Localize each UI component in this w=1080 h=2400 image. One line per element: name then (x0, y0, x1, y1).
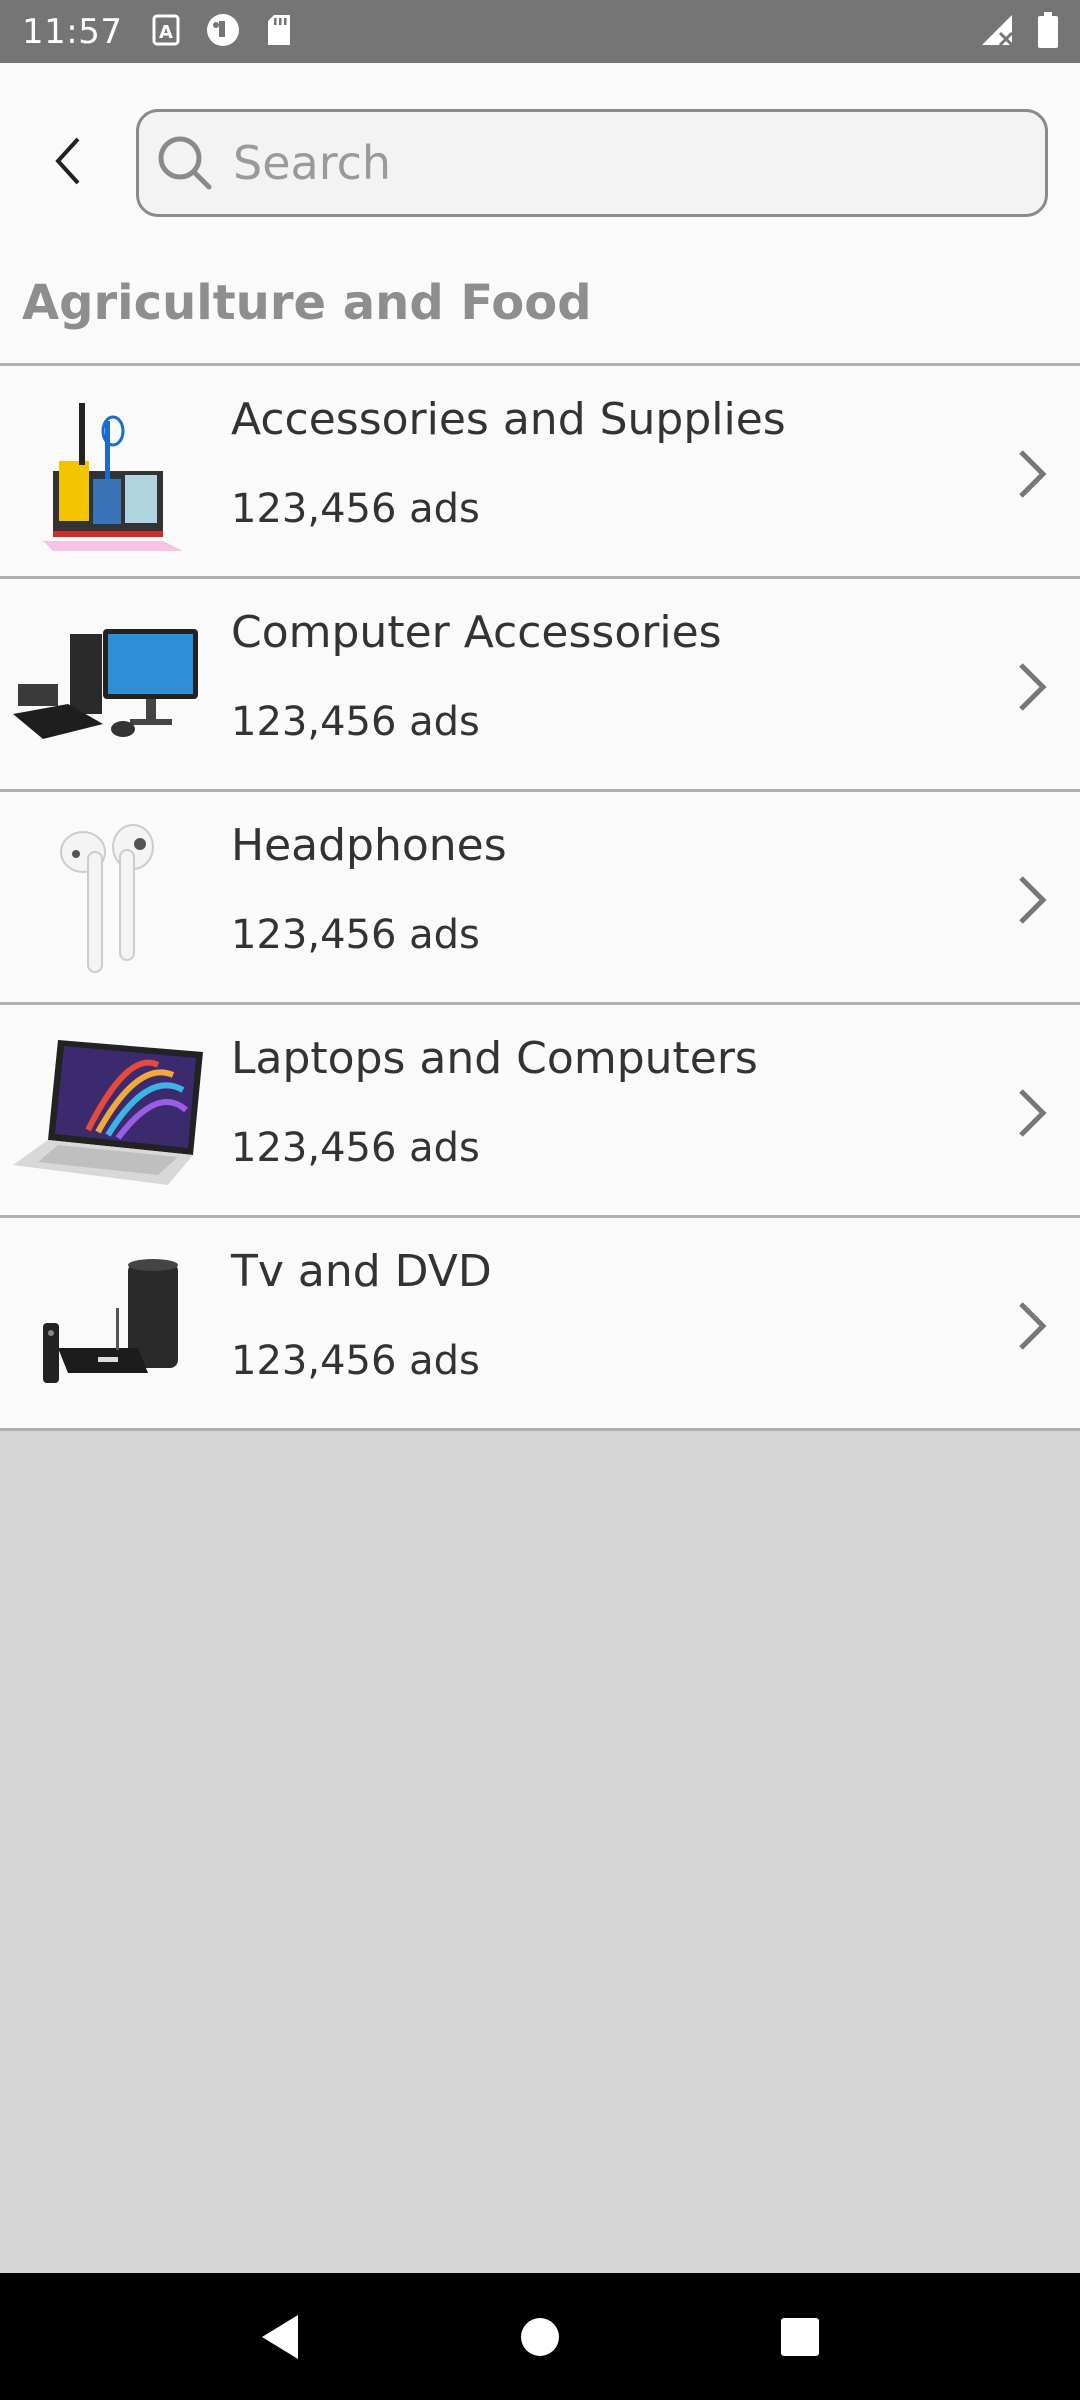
desk-organizer-image (8, 386, 208, 556)
app-icon (206, 13, 240, 51)
earbuds-image (8, 812, 208, 982)
back-button[interactable] (40, 133, 96, 189)
back-arrow-icon (55, 137, 80, 185)
search-row (0, 63, 1080, 263)
item-count: 123,456 ads (231, 912, 480, 958)
item-title: Accessories and Supplies (231, 394, 786, 445)
sd-card-icon (266, 14, 292, 50)
item-count: 123,456 ads (231, 1338, 480, 1384)
laptop-image (8, 1025, 208, 1195)
top-area: Agriculture and Food (0, 63, 1080, 363)
chevron-right-icon (1008, 1083, 1058, 1143)
battery-icon (1038, 11, 1058, 52)
nav-back-icon (262, 2314, 298, 2359)
list-item[interactable]: Accessories and Supplies 123,456 ads (0, 366, 1080, 579)
section-title: Agriculture and Food (22, 275, 592, 331)
item-title: Tv and DVD (231, 1246, 492, 1297)
svg-text:A: A (160, 22, 174, 43)
nav-recents-icon (781, 2317, 819, 2356)
nav-home-button[interactable] (510, 2307, 570, 2367)
nav-recents-button[interactable] (770, 2307, 830, 2367)
chevron-right-icon (1008, 1296, 1058, 1356)
chevron-right-icon (1008, 444, 1058, 504)
list-item[interactable]: Computer Accessories 123,456 ads (0, 579, 1080, 792)
item-title: Laptops and Computers (231, 1033, 758, 1084)
chevron-right-icon (1008, 657, 1058, 717)
screen: Agriculture and Food Accessories and Sup… (0, 63, 1080, 2273)
item-title: Headphones (231, 820, 507, 871)
item-count: 123,456 ads (231, 699, 480, 745)
list-item[interactable]: Laptops and Computers 123,456 ads (0, 1005, 1080, 1218)
status-icons-left: A (152, 13, 292, 51)
list-item[interactable]: Tv and DVD 123,456 ads (0, 1218, 1080, 1431)
nav-back-button[interactable] (250, 2307, 310, 2367)
item-title: Computer Accessories (231, 607, 722, 658)
item-count: 123,456 ads (231, 486, 480, 532)
search-box[interactable] (136, 109, 1048, 217)
search-input[interactable] (233, 136, 1013, 190)
navigation-bar (0, 2273, 1080, 2400)
list-item[interactable]: Headphones 123,456 ads (0, 792, 1080, 1005)
status-time: 11:57 (22, 11, 123, 52)
category-list: Accessories and Supplies 123,456 ads Com… (0, 363, 1080, 1431)
search-icon (158, 136, 212, 190)
item-count: 123,456 ads (231, 1125, 480, 1171)
tv-box-image (8, 1238, 208, 1408)
desktop-computer-image (8, 599, 208, 769)
status-bar: 11:57 A (0, 0, 1080, 63)
nav-home-icon (521, 2317, 559, 2356)
signal-off-icon (980, 13, 1016, 51)
text-a-icon: A (152, 14, 180, 50)
status-icons-right (980, 11, 1058, 52)
chevron-right-icon (1008, 870, 1058, 930)
